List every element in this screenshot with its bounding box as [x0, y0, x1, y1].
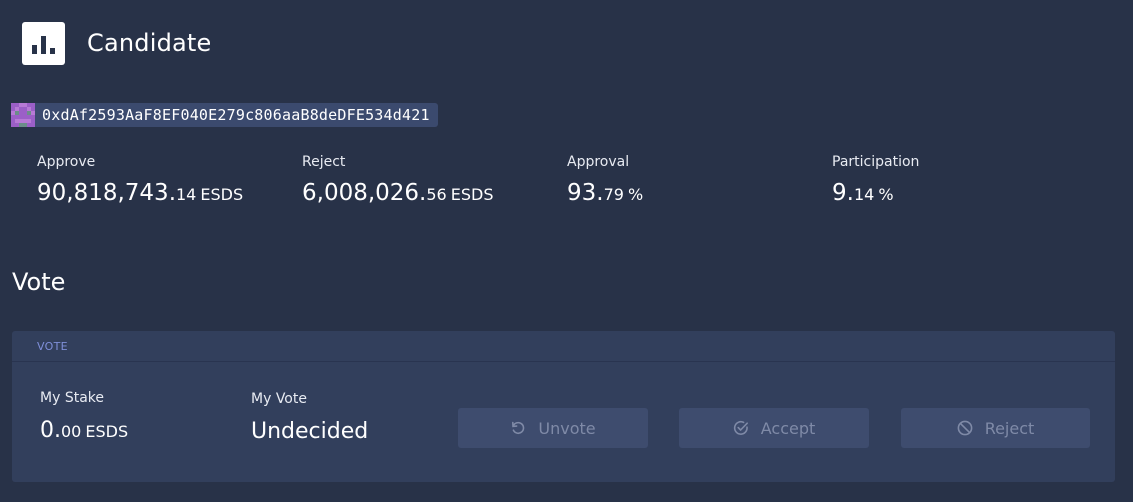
stat-label: Reject — [302, 154, 346, 170]
candidate-address-text: 0xdAf2593AaF8EF040E279c806aaB8deDFE534d4… — [42, 106, 430, 124]
stat-approval: Approval 93.79% — [567, 154, 643, 206]
stat-value: 6,008,026.56 ESDS — [302, 180, 494, 206]
stat-value: 90,818,743.14 ESDS — [37, 180, 244, 206]
check-circle-icon — [733, 421, 748, 435]
unvote-label: Unvote — [538, 418, 596, 438]
stat-approve: Approve 90,818,743.14 ESDS — [37, 154, 243, 206]
stat-label: Approval — [567, 154, 630, 170]
candidate-address[interactable]: 0xdAf2593AaF8EF040E279c806aaB8deDFE534d4… — [11, 103, 438, 127]
reject-button[interactable]: Reject — [901, 408, 1090, 448]
vote-panel-label: VOTE — [12, 331, 1115, 362]
my-vote: My Vote Undecided — [251, 391, 368, 444]
unvote-button[interactable]: Unvote — [458, 408, 648, 448]
block-icon — [957, 420, 973, 436]
stat-label: Participation — [832, 154, 920, 170]
page-header: Candidate — [22, 21, 212, 65]
vote-panel: VOTE My Stake 0.00 ESDS My Vote Undecided… — [12, 331, 1115, 482]
identicon-icon — [11, 103, 35, 127]
accept-label: Accept — [760, 418, 816, 438]
stat-participation: Participation 9.14% — [832, 154, 919, 206]
reject-label: Reject — [984, 418, 1035, 438]
stat-value: 9.14% — [832, 180, 894, 206]
my-stake-label: My Stake — [40, 390, 104, 406]
stat-reject: Reject 6,008,026.56 ESDS — [302, 154, 493, 206]
my-stake-value: 0.00 ESDS — [40, 418, 129, 443]
undo-icon — [512, 421, 525, 435]
my-vote-label: My Vote — [251, 391, 307, 407]
vote-heading: Vote — [12, 268, 66, 296]
stat-label: Approve — [37, 154, 96, 170]
stat-value: 93.79% — [567, 180, 644, 206]
page-title: Candidate — [87, 29, 212, 57]
my-stake: My Stake 0.00 ESDS — [40, 390, 128, 443]
my-vote-value: Undecided — [251, 419, 369, 444]
bar-chart-icon — [22, 21, 65, 65]
accept-button[interactable]: Accept — [679, 408, 869, 448]
